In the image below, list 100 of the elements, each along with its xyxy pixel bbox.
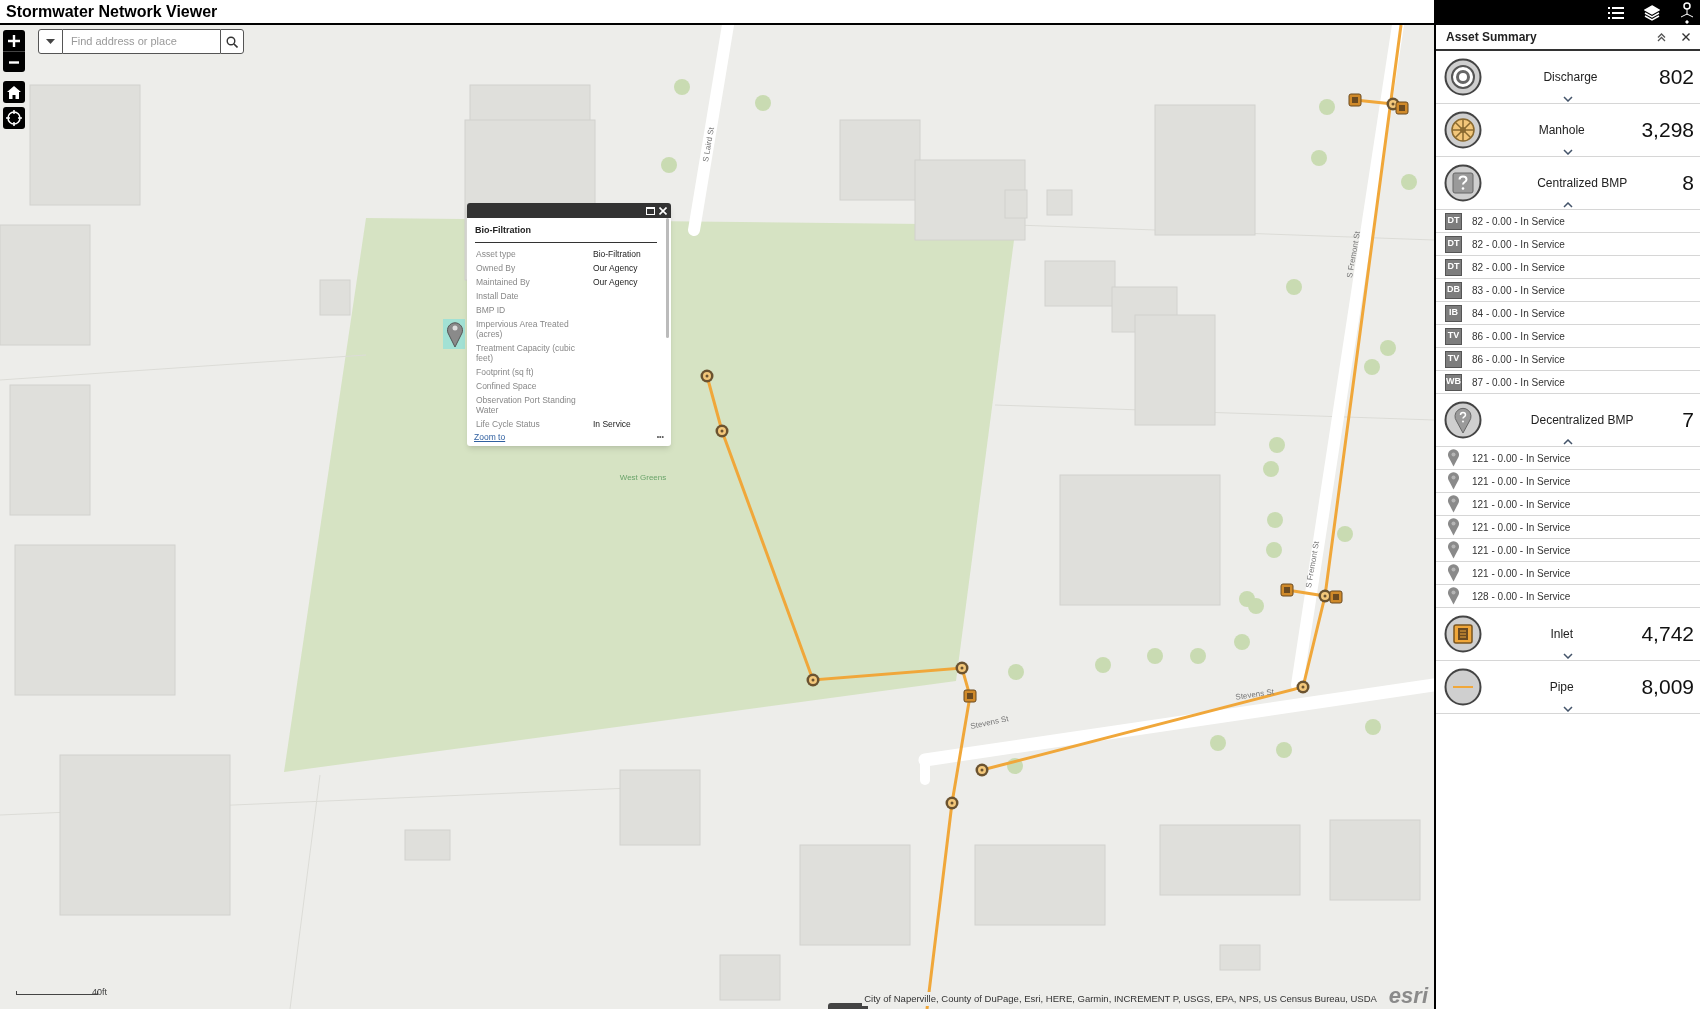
app-title: Stormwater Network Viewer <box>6 1 218 22</box>
item-label[interactable]: 83 - 0.00 - In Service <box>1472 282 1565 298</box>
inlet-icon <box>1348 93 1362 107</box>
building-shape <box>404 829 451 861</box>
inlet-icon <box>1444 615 1482 653</box>
category-row[interactable]: Inlet 4,742 <box>1436 608 1700 661</box>
panel-title: Asset Summary <box>1446 29 1538 46</box>
category-count: 4,742 <box>1641 621 1694 648</box>
item-label[interactable]: 86 - 0.00 - In Service <box>1472 351 1565 367</box>
chevron-down-icon[interactable] <box>1563 96 1573 102</box>
category-name: Discharge <box>1542 69 1599 86</box>
pin-icon <box>1447 495 1460 513</box>
search-button[interactable] <box>220 29 244 54</box>
search-field[interactable]: Find address or place <box>63 29 220 54</box>
street-label: Stevens St <box>1234 687 1275 702</box>
type-badge: DT <box>1445 212 1462 230</box>
category-row[interactable]: Decentralized BMP 7 <box>1436 394 1700 447</box>
field-value: In Service <box>593 418 631 429</box>
field-label: Confined Space <box>475 380 538 391</box>
field-value: Our Agency <box>593 276 638 287</box>
tree-icon <box>1190 648 1206 664</box>
tree-icon <box>1234 634 1250 650</box>
category-count: 802 <box>1658 64 1694 91</box>
item-label[interactable]: 121 - 0.00 - In Service <box>1472 565 1571 581</box>
tree-icon <box>1210 735 1226 751</box>
item-label[interactable]: 121 - 0.00 - In Service <box>1472 542 1571 558</box>
zoom-out-button[interactable] <box>3 51 25 72</box>
chevron-up-icon[interactable] <box>1563 439 1573 445</box>
popup-title: Bio-Filtration <box>475 224 657 243</box>
tree-icon <box>755 95 771 111</box>
item-label[interactable]: 82 - 0.00 - In Service <box>1472 236 1565 252</box>
manhole-icon <box>700 369 714 383</box>
item-label[interactable]: 82 - 0.00 - In Service <box>1472 259 1565 275</box>
tree-icon <box>1276 742 1292 758</box>
type-badge: DT <box>1445 235 1462 253</box>
plus-icon <box>8 34 20 47</box>
building-shape <box>1219 944 1261 971</box>
type-badge: DT <box>1445 258 1462 276</box>
network-pin-icon[interactable] <box>1680 1 1694 24</box>
chevron-up-icon[interactable] <box>1563 202 1573 208</box>
tree-icon <box>1365 719 1381 735</box>
selected-pin-icon <box>443 319 465 349</box>
tree-icon <box>1319 99 1335 115</box>
item-label[interactable]: 121 - 0.00 - In Service <box>1472 473 1571 489</box>
inlet-icon <box>1329 590 1343 604</box>
street-label: S Fremont St <box>1304 540 1322 589</box>
search-icon <box>226 35 238 48</box>
chevron-down-icon[interactable] <box>1563 653 1573 659</box>
item-label[interactable]: 128 - 0.00 - In Service <box>1472 588 1571 604</box>
tree-icon <box>1266 542 1282 558</box>
item-label[interactable]: 86 - 0.00 - In Service <box>1472 328 1565 344</box>
category-name: Manhole <box>1537 122 1586 139</box>
pin-icon <box>1447 564 1460 582</box>
tree-icon <box>1401 174 1417 190</box>
collapse-all-icon[interactable] <box>1657 32 1666 42</box>
maximize-icon[interactable] <box>646 206 655 215</box>
type-badge: TV <box>1445 327 1462 345</box>
category-row[interactable]: Centralized BMP 8 <box>1436 157 1700 210</box>
category-name: Decentralized BMP <box>1529 412 1635 429</box>
chevron-down-icon[interactable] <box>1563 149 1573 155</box>
field-label: Observation Port Standing Water <box>475 394 577 415</box>
question-pin-icon <box>1444 401 1482 439</box>
field-label: Asset type <box>475 248 517 259</box>
zoom-to-link[interactable]: Zoom to <box>474 430 506 444</box>
close-icon[interactable] <box>1682 33 1690 41</box>
item-label[interactable]: 82 - 0.00 - In Service <box>1472 213 1565 229</box>
category-row[interactable]: Discharge 802 <box>1436 51 1700 104</box>
tree-icon <box>661 157 677 173</box>
locate-button[interactable] <box>3 107 25 129</box>
layers-icon[interactable] <box>1644 4 1660 21</box>
building-shape <box>319 279 351 316</box>
home-button[interactable] <box>3 81 25 103</box>
esri-logo: esri <box>1388 985 1428 1007</box>
item-label[interactable]: 121 - 0.00 - In Service <box>1472 496 1571 512</box>
tree-icon <box>1311 150 1327 166</box>
category-name: Inlet <box>1549 626 1575 643</box>
category-name: Pipe <box>1548 679 1575 696</box>
pipe-icon <box>1444 668 1482 706</box>
category-row[interactable]: Pipe 8,009 <box>1436 661 1700 714</box>
pin-icon <box>1447 587 1460 605</box>
zoom-in-button[interactable] <box>3 30 25 51</box>
category-row[interactable]: Manhole 3,298 <box>1436 104 1700 157</box>
item-label[interactable]: 87 - 0.00 - In Service <box>1472 374 1565 390</box>
category-count: 8 <box>1682 170 1694 197</box>
type-badge: TV <box>1445 350 1462 368</box>
item-label[interactable]: 84 - 0.00 - In Service <box>1472 305 1565 321</box>
manhole-icon <box>806 673 820 687</box>
item-label[interactable]: 121 - 0.00 - In Service <box>1472 450 1571 466</box>
type-badge: DB <box>1445 281 1462 299</box>
search-source-dropdown[interactable] <box>38 29 63 54</box>
field-value: Our Agency <box>593 262 638 273</box>
collapse-tab[interactable] <box>828 1003 868 1009</box>
building-shape <box>1044 260 1116 307</box>
list-icon[interactable] <box>1608 5 1624 20</box>
field-label: Treatment Capacity (cubic feet) <box>475 342 576 363</box>
manhole-icon <box>955 661 969 675</box>
tree-icon <box>1248 598 1264 614</box>
building-shape <box>719 954 781 1001</box>
item-label[interactable]: 121 - 0.00 - In Service <box>1472 519 1571 535</box>
chevron-down-icon[interactable] <box>1563 706 1573 712</box>
